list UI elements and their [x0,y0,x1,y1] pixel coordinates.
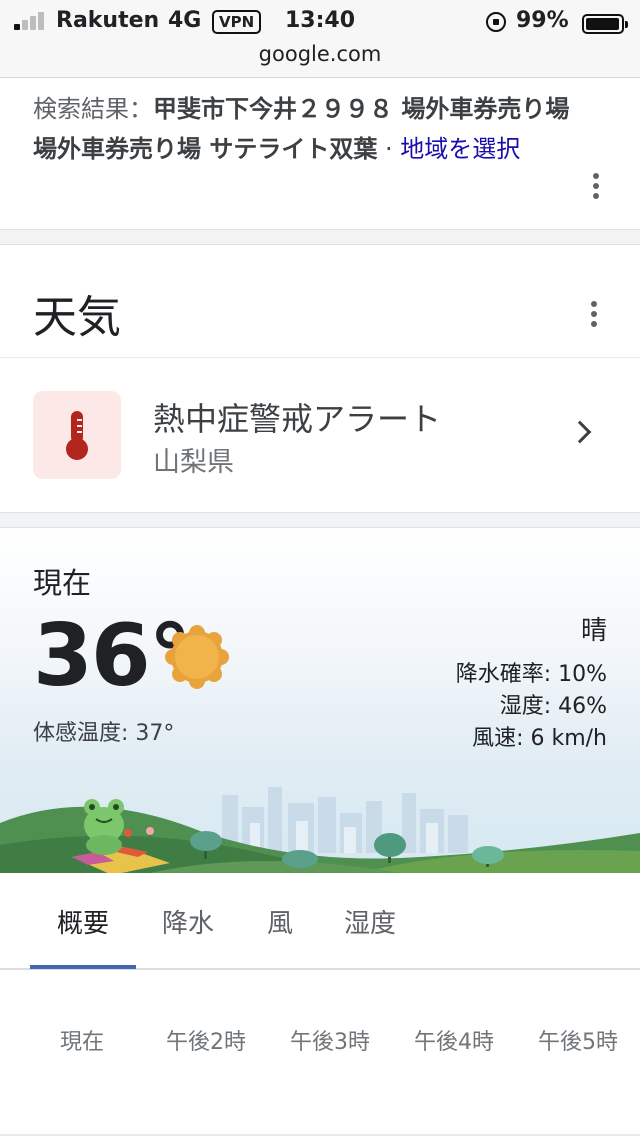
alert-region: 山梨県 [153,447,234,478]
tab-humidity[interactable]: 湿度 [344,903,396,940]
address-bar-url[interactable]: google.com [0,42,640,66]
section-divider [0,512,640,528]
thermometer-icon [33,391,121,479]
hour-label: 現在 [59,1030,104,1055]
hourly-forecast: 現在 午後2時 午後3時 午後4時 午後5時 [0,972,640,1136]
rotation-lock-icon [486,12,506,32]
choose-area-link[interactable]: 地域を選択 [400,135,520,163]
section-divider [0,229,640,245]
search-result-header: 検索結果：甲斐市下今井２９９８ 場外車券売り場 場外車券売り場 サテライト双葉 … [0,79,640,229]
chevron-right-icon[interactable] [568,420,592,444]
more-options-icon[interactable] [592,173,600,203]
current-label: 現在 [33,566,92,600]
signal-strength-icon [14,12,48,30]
active-tab-indicator [30,965,136,969]
precipitation-chance: 降水確率: 10% [455,662,607,687]
weather-card-header: 天気 [0,245,640,358]
tab-overview[interactable]: 概要 [57,903,109,940]
search-result-text: 検索結果：甲斐市下今井２９９８ 場外車券売り場 場外車券売り場 サテライト双葉 … [33,89,573,169]
separator: · [377,135,401,163]
carrier-name: Rakuten [56,8,160,33]
battery-percentage: 99% [516,8,569,33]
humidity-value: 湿度: 46% [499,694,607,719]
hour-label: 午後2時 [166,1030,246,1055]
hour-label: 午後3時 [290,1030,370,1055]
hour-label: 午後4時 [414,1030,494,1055]
feels-like: 体感温度: 37° [33,721,175,746]
weather-title: 天気 [33,292,121,343]
heatstroke-alert[interactable]: 熱中症警戒アラート 山梨県 [0,358,640,512]
status-bar: Rakuten 4G VPN 13:40 99% google.com [0,0,640,78]
sun-icon [165,625,229,689]
tab-wind[interactable]: 風 [267,903,293,940]
clock: 13:40 [285,8,356,33]
hour-label: 午後5時 [538,1030,618,1055]
search-result-prefix: 検索結果： [33,95,153,123]
weather-more-options-icon[interactable] [590,301,598,331]
battery-icon [582,14,628,34]
alert-title: 熱中症警戒アラート [153,400,442,438]
weather-illustration [0,787,640,873]
network-type: 4G [168,8,202,33]
tab-precipitation[interactable]: 降水 [162,903,214,940]
weather-condition: 晴 [580,616,607,646]
wind-speed: 風速: 6 km/h [472,726,607,751]
vpn-badge: VPN [212,10,262,34]
weather-tabs: 概要 降水 風 湿度 [0,873,640,970]
current-weather: 現在 36° 体感温度: 37° 晴 降水確率: 10% 湿度: 46% 風速:… [0,528,640,873]
